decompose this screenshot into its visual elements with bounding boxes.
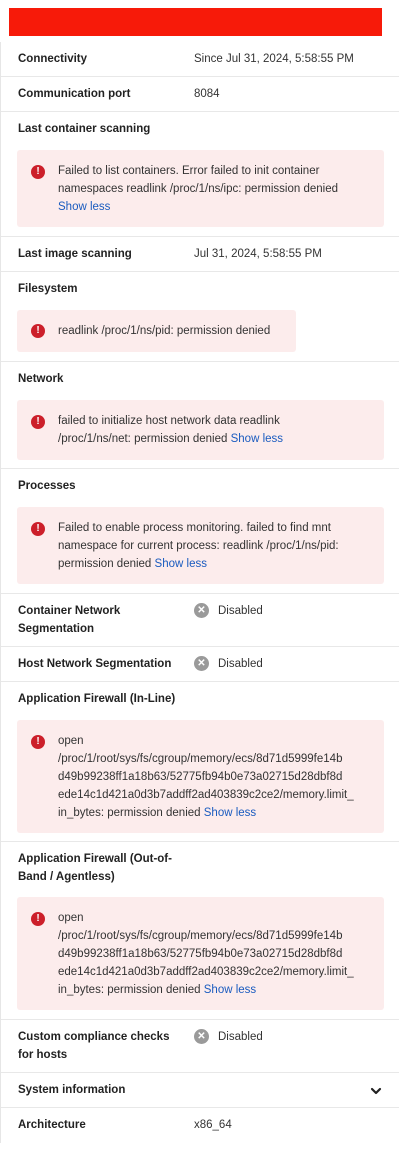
row-last-container-scanning: Last container scanning ! Failed to list… bbox=[1, 112, 399, 237]
host-network-segmentation-label: Host Network Segmentation bbox=[18, 658, 172, 670]
row-filesystem: Filesystem ! readlink /proc/1/ns/pid: pe… bbox=[1, 272, 399, 362]
show-less-link[interactable]: Show less bbox=[231, 433, 283, 445]
x-circle-icon: ✕ bbox=[194, 1029, 209, 1044]
last-image-scanning-value: Jul 31, 2024, 5:58:55 PM bbox=[194, 248, 322, 260]
row-connectivity: Connectivity Since Jul 31, 2024, 5:58:55… bbox=[1, 42, 399, 77]
exclamation-circle-icon: ! bbox=[31, 912, 45, 926]
error-line: in_bytes: permission denied bbox=[58, 807, 201, 819]
system-information-toggle[interactable]: System information bbox=[1, 1073, 399, 1108]
host-network-segmentation-status: Disabled bbox=[218, 658, 263, 670]
app-firewall-oob-label: Band / Agentless) bbox=[18, 871, 115, 883]
x-circle-icon: ✕ bbox=[194, 656, 209, 671]
container-network-segmentation-label: Segmentation bbox=[18, 623, 95, 635]
error-line: ede14c1d421a0d3b7addff2ad403839c2ce2/mem… bbox=[58, 966, 354, 978]
system-information-label: System information bbox=[18, 1084, 126, 1096]
app-firewall-oob-label: Application Firewall (Out-of- bbox=[18, 853, 172, 865]
row-container-network-segmentation: Container Network Segmentation ✕ Disable… bbox=[1, 594, 399, 647]
header-bar bbox=[0, 0, 399, 43]
error-line: open bbox=[58, 912, 84, 924]
row-network: Network ! failed to initialize host netw… bbox=[1, 362, 399, 469]
row-host-network-segmentation: Host Network Segmentation ✕ Disabled bbox=[1, 647, 399, 682]
error-line: in_bytes: permission denied bbox=[58, 984, 201, 996]
row-last-image-scanning: Last image scanning Jul 31, 2024, 5:58:5… bbox=[1, 237, 399, 272]
exclamation-circle-icon: ! bbox=[31, 735, 45, 749]
communication-port-value: 8084 bbox=[194, 88, 220, 100]
error-line: failed to initialize host network data r… bbox=[58, 415, 280, 427]
error-line: ede14c1d421a0d3b7addff2ad403839c2ce2/mem… bbox=[58, 789, 354, 801]
row-app-firewall-oob: Application Firewall (Out-of- Band / Age… bbox=[1, 842, 399, 1020]
exclamation-circle-icon: ! bbox=[31, 522, 45, 536]
row-app-firewall-inline: Application Firewall (In-Line) ! open /p… bbox=[1, 682, 399, 842]
error-box: ! readlink /proc/1/ns/pid: permission de… bbox=[17, 310, 296, 352]
architecture-value: x86_64 bbox=[194, 1119, 232, 1131]
error-line: /proc/1/root/sys/fs/cgroup/memory/ecs/8d… bbox=[58, 753, 343, 765]
redacted-title-bar bbox=[9, 8, 382, 36]
error-box: ! failed to initialize host network data… bbox=[17, 400, 384, 460]
error-line: readlink /proc/1/ns/pid: permission deni… bbox=[58, 325, 271, 337]
error-box: ! Failed to list containers. Error faile… bbox=[17, 150, 384, 227]
error-line: namespace for current process: readlink … bbox=[58, 540, 339, 552]
row-communication-port: Communication port 8084 bbox=[1, 77, 399, 112]
exclamation-circle-icon: ! bbox=[31, 165, 45, 179]
container-network-segmentation-label: Container Network bbox=[18, 605, 121, 617]
architecture-label: Architecture bbox=[18, 1119, 86, 1131]
custom-compliance-status: Disabled bbox=[218, 1031, 263, 1043]
error-line: d49b99238ff1a18b63/52775fb94b0e73a02715d… bbox=[58, 771, 343, 783]
row-architecture: Architecture x86_64 bbox=[1, 1108, 399, 1143]
error-line: /proc/1/root/sys/fs/cgroup/memory/ecs/8d… bbox=[58, 930, 343, 942]
connectivity-label: Connectivity bbox=[18, 53, 88, 65]
show-less-link[interactable]: Show less bbox=[58, 201, 110, 213]
x-circle-icon: ✕ bbox=[194, 603, 209, 618]
error-box: ! Failed to enable process monitoring. f… bbox=[17, 507, 384, 584]
error-line: d49b99238ff1a18b63/52775fb94b0e73a02715d… bbox=[58, 948, 343, 960]
error-line: Failed to enable process monitoring. fai… bbox=[58, 522, 331, 534]
processes-label: Processes bbox=[18, 480, 76, 492]
network-label: Network bbox=[18, 373, 64, 385]
row-custom-compliance: Custom compliance checks for hosts ✕ Dis… bbox=[1, 1020, 399, 1073]
last-container-scanning-label: Last container scanning bbox=[18, 123, 151, 135]
app-firewall-inline-label: Application Firewall (In-Line) bbox=[18, 693, 176, 705]
last-image-scanning-label: Last image scanning bbox=[18, 248, 132, 260]
custom-compliance-label: Custom compliance checks bbox=[18, 1031, 170, 1043]
exclamation-circle-icon: ! bbox=[31, 324, 45, 338]
chevron-down-icon[interactable] bbox=[369, 1084, 383, 1098]
show-less-link[interactable]: Show less bbox=[204, 984, 256, 996]
error-line: Failed to list containers. Error failed … bbox=[58, 165, 320, 177]
row-processes: Processes ! Failed to enable process mon… bbox=[1, 469, 399, 594]
show-less-link[interactable]: Show less bbox=[155, 558, 207, 570]
error-line: namespaces readlink /proc/1/ns/ipc: perm… bbox=[58, 183, 338, 195]
custom-compliance-label: for hosts bbox=[18, 1049, 68, 1061]
error-box: ! open /proc/1/root/sys/fs/cgroup/memory… bbox=[17, 897, 384, 1010]
show-less-link[interactable]: Show less bbox=[204, 807, 256, 819]
connectivity-value: Since Jul 31, 2024, 5:58:55 PM bbox=[194, 53, 354, 65]
exclamation-circle-icon: ! bbox=[31, 415, 45, 429]
container-network-segmentation-status: Disabled bbox=[218, 605, 263, 617]
error-box: ! open /proc/1/root/sys/fs/cgroup/memory… bbox=[17, 720, 384, 833]
communication-port-label: Communication port bbox=[18, 88, 131, 100]
error-line: permission denied bbox=[58, 558, 152, 570]
host-details-panel: Connectivity Since Jul 31, 2024, 5:58:55… bbox=[0, 42, 399, 1143]
error-line: /proc/1/ns/net: permission denied bbox=[58, 433, 228, 445]
filesystem-label: Filesystem bbox=[18, 283, 78, 295]
error-line: open bbox=[58, 735, 84, 747]
